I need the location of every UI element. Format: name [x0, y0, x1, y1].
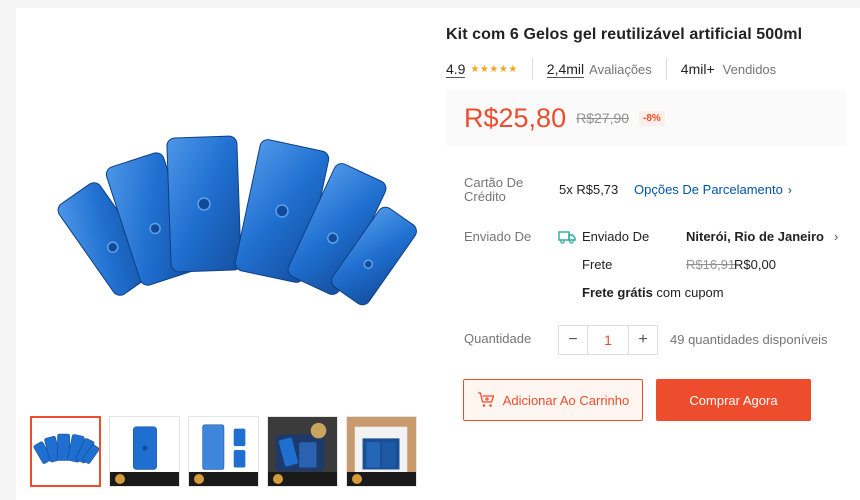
truck-icon	[558, 231, 576, 244]
shipping-from-label: Enviado De	[582, 229, 650, 244]
add-to-cart-label: Adicionar Ao Carrinho	[502, 392, 630, 408]
price-section: R$25,80 R$27,90 -8%	[446, 90, 846, 146]
freight-original: R$16,91	[686, 257, 736, 272]
free-shipping-rest: com cupom	[652, 285, 724, 300]
thumbnail-strip	[30, 416, 430, 490]
chevron-right-icon: ›	[833, 229, 839, 244]
product-title: Kit com 6 Gelos gel reutilizável artific…	[446, 26, 803, 43]
installment-value: 5x R$5,73	[559, 182, 619, 197]
product-stats: 4.9 ★★★★★ 2,4mil Avaliações 4mil+ Vendid…	[446, 58, 846, 80]
ice-packs-illustration	[57, 135, 417, 306]
free-shipping-bold: Frete grátis	[582, 285, 653, 300]
quantity-stepper: − 1 +	[558, 325, 658, 355]
reviews-label: Avaliações	[589, 61, 652, 77]
thumbnail-3-badge	[189, 472, 258, 486]
thumbnail-4[interactable]	[267, 416, 338, 487]
main-product-image[interactable]	[32, 24, 432, 414]
thumbnail-1-image	[32, 418, 99, 485]
rating-stars-icon: ★★★★★	[470, 63, 518, 75]
installment-options-link[interactable]: Opções De Parcelamento ›	[634, 182, 792, 197]
shipping-destination[interactable]: Niterói, Rio de Janeiro ›	[686, 229, 838, 244]
rating-value[interactable]: 4.9	[446, 61, 466, 78]
thumbnail-5-badge	[347, 472, 416, 486]
sold-count: 4mil+	[680, 61, 715, 77]
quantity-available: 49 quantidades disponíveis	[670, 332, 828, 347]
discount-badge: -8%	[639, 110, 665, 126]
chevron-right-icon: ›	[787, 182, 792, 197]
buy-now-label: Comprar Agora	[689, 392, 778, 408]
divider	[531, 58, 533, 80]
quantity-decrease-button[interactable]: −	[559, 326, 587, 354]
thumbnail-1[interactable]	[30, 416, 101, 487]
quantity-increase-button[interactable]: +	[629, 326, 657, 354]
product-card: Kit com 6 Gelos gel reutilizável artific…	[16, 8, 860, 500]
thumbnail-5[interactable]	[346, 416, 417, 487]
divider	[665, 58, 667, 80]
sold-label: Vendidos	[722, 61, 777, 77]
thumbnail-3[interactable]	[188, 416, 259, 487]
quantity-input[interactable]: 1	[587, 326, 629, 354]
shipping-destination-text: Niterói, Rio de Janeiro	[686, 229, 824, 244]
freight-current: R$0,00	[734, 257, 776, 272]
add-to-cart-button[interactable]: Adicionar Ao Carrinho	[463, 379, 643, 421]
buy-now-button[interactable]: Comprar Agora	[656, 379, 811, 421]
shipping-label: Enviado De	[464, 229, 532, 244]
credit-label: Cartão De Crédito	[464, 175, 524, 204]
freight-label: Frete	[582, 257, 613, 272]
current-price: R$25,80	[464, 102, 567, 133]
reviews-count[interactable]: 2,4mil	[546, 61, 585, 78]
product-info: Kit com 6 Gelos gel reutilizável artific…	[446, 24, 846, 421]
quantity-label: Quantidade	[464, 331, 532, 346]
installment-options-label: Opções De Parcelamento	[634, 182, 783, 197]
cart-plus-icon	[477, 392, 494, 407]
thumbnail-2-badge	[110, 472, 179, 486]
original-price: R$27,90	[576, 110, 630, 126]
free-shipping-note: Frete grátis com cupom	[582, 285, 724, 300]
thumbnail-4-badge	[268, 472, 337, 486]
thumbnail-2[interactable]	[109, 416, 180, 487]
